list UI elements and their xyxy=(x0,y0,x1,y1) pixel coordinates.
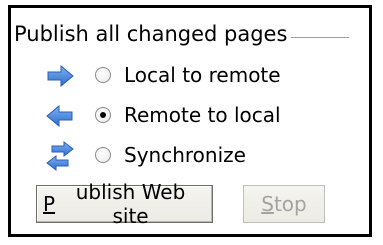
publish-label-rest: ublish Web site xyxy=(75,180,186,228)
radio-remote-to-local[interactable] xyxy=(95,107,111,123)
arrow-right-icon xyxy=(47,64,74,88)
arrow-left-icon xyxy=(46,104,73,128)
option-label: Remote to local xyxy=(124,103,281,127)
publish-web-site-button[interactable]: Publish Web site xyxy=(36,180,213,228)
option-label: Local to remote xyxy=(124,63,281,87)
group-title: Publish all changed pages xyxy=(14,22,288,46)
radio-synchronize[interactable] xyxy=(95,147,111,163)
option-local-to-remote[interactable]: Local to remote xyxy=(0,60,360,94)
stop-label-rest: top xyxy=(273,192,307,216)
option-remote-to-local[interactable]: Remote to local xyxy=(0,100,360,134)
radio-selected-dot xyxy=(100,112,106,118)
sync-arrows-icon xyxy=(46,140,74,172)
publish-mnemonic: P xyxy=(43,192,56,216)
stop-button[interactable]: Stop xyxy=(243,185,325,223)
stop-mnemonic: S xyxy=(261,192,274,216)
option-label: Synchronize xyxy=(124,143,246,167)
group-divider xyxy=(291,37,349,38)
option-synchronize[interactable]: Synchronize xyxy=(0,140,360,174)
radio-local-to-remote[interactable] xyxy=(95,67,111,83)
